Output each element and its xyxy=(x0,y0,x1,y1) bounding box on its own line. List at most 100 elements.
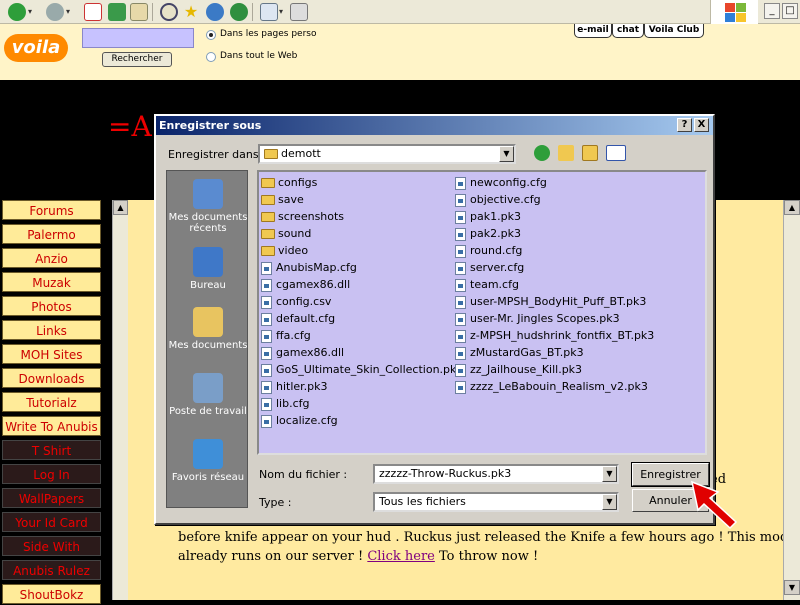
nav-item[interactable]: Write To Anubis xyxy=(2,416,101,436)
list-item[interactable]: save xyxy=(261,191,304,208)
list-item[interactable]: video xyxy=(261,242,308,259)
nav-item[interactable]: Photos xyxy=(2,296,101,316)
list-item[interactable]: localize.cfg xyxy=(261,412,338,429)
list-item[interactable]: zMustardGas_BT.pk3 xyxy=(455,344,584,361)
nav-scrollbar[interactable]: ▲ xyxy=(112,200,128,600)
go-back-icon[interactable] xyxy=(534,145,550,161)
back-icon[interactable] xyxy=(8,3,26,21)
list-item[interactable]: GoS_Ultimate_Skin_Collection.pk3 xyxy=(261,361,463,378)
nav-item[interactable]: ShoutBokz xyxy=(2,584,101,604)
search-icon[interactable] xyxy=(160,3,178,21)
list-item[interactable]: zzzz_LeBabouin_Realism_v2.pk3 xyxy=(455,378,648,395)
print-icon[interactable] xyxy=(290,3,308,21)
tab-chat[interactable]: chat xyxy=(612,24,644,38)
stop-icon[interactable] xyxy=(84,3,102,21)
save-as-dialog: Enregistrer sous ? X Enregistrer dans : … xyxy=(154,114,715,525)
list-item[interactable]: configs xyxy=(261,174,317,191)
help-button[interactable]: ? xyxy=(677,118,692,132)
view-menu-icon[interactable] xyxy=(606,145,626,161)
home-icon[interactable] xyxy=(130,3,148,21)
list-item[interactable]: zz_Jailhouse_Kill.pk3 xyxy=(455,361,582,378)
chevron-down-icon[interactable]: ▼ xyxy=(499,146,514,162)
nav-item[interactable]: Tutorialz xyxy=(2,392,101,412)
list-item[interactable]: lib.cfg xyxy=(261,395,310,412)
list-item[interactable]: config.csv xyxy=(261,293,331,310)
file-type-value: Tous les fichiers xyxy=(379,495,466,508)
list-item[interactable]: z-MPSH_hudshrink_fontfix_BT.pk3 xyxy=(455,327,654,344)
list-item[interactable]: gamex86.dll xyxy=(261,344,344,361)
list-item[interactable]: pak1.pk3 xyxy=(455,208,521,225)
nav-item[interactable]: Muzak xyxy=(2,272,101,292)
voila-logo[interactable]: voila xyxy=(4,34,68,62)
my-computer-icon xyxy=(193,373,223,403)
nav-item[interactable]: Your Id Card xyxy=(2,512,101,532)
tab-voila-club[interactable]: Voila Club xyxy=(644,24,704,38)
list-item[interactable]: AnubisMap.cfg xyxy=(261,259,357,276)
file-list[interactable]: configs save screenshots sound video AnubisMa… xyxy=(257,170,707,455)
mail-dropdown-icon[interactable]: ▾ xyxy=(279,3,287,21)
chevron-down-icon[interactable]: ▼ xyxy=(602,494,617,510)
file-icon xyxy=(261,295,272,309)
radio-personal-pages[interactable] xyxy=(206,30,216,40)
nav-item[interactable]: Log In xyxy=(2,464,101,484)
file-icon xyxy=(455,244,466,258)
list-item[interactable]: team.cfg xyxy=(455,276,519,293)
save-in-combo[interactable]: demott ▼ xyxy=(258,144,516,164)
back-dropdown-icon[interactable]: ▾ xyxy=(28,3,36,21)
list-item[interactable]: user-MPSH_BodyHit_Puff_BT.pk3 xyxy=(455,293,646,310)
history-icon[interactable] xyxy=(230,3,248,21)
list-item[interactable]: hitler.pk3 xyxy=(261,378,328,395)
file-name: zzzz_LeBabouin_Realism_v2.pk3 xyxy=(470,380,648,393)
list-item[interactable]: ffa.cfg xyxy=(261,327,311,344)
refresh-icon[interactable] xyxy=(108,3,126,21)
place-item[interactable]: Poste de travail xyxy=(167,373,249,417)
nav-item[interactable]: Anzio xyxy=(2,248,101,268)
list-item[interactable]: default.cfg xyxy=(261,310,335,327)
place-item[interactable]: Bureau xyxy=(167,247,249,291)
list-item[interactable]: cgamex86.dll xyxy=(261,276,350,293)
minimize-button[interactable]: _ xyxy=(764,3,780,19)
nav-item[interactable]: WallPapers xyxy=(2,488,101,508)
favorites-icon[interactable]: ★ xyxy=(182,3,200,21)
restore-button[interactable]: □ xyxy=(782,3,798,19)
list-item[interactable]: objective.cfg xyxy=(455,191,541,208)
click-here-link[interactable]: Click here xyxy=(367,549,435,564)
nav-item[interactable]: Palermo xyxy=(2,224,101,244)
list-item[interactable]: user-Mr. Jingles Scopes.pk3 xyxy=(455,310,620,327)
nav-item[interactable]: Forums xyxy=(2,200,101,220)
voila-search-input[interactable] xyxy=(82,28,194,48)
media-icon[interactable] xyxy=(206,3,224,21)
list-item[interactable]: newconfig.cfg xyxy=(455,174,547,191)
page-scrollbar[interactable]: ▲ ▼ xyxy=(783,200,800,600)
nav-item[interactable]: T Shirt xyxy=(2,440,101,460)
nav-item[interactable]: Side With Anubis xyxy=(2,536,101,574)
list-item[interactable]: pak2.pk3 xyxy=(455,225,521,242)
forward-icon[interactable] xyxy=(46,3,64,21)
list-item[interactable]: screenshots xyxy=(261,208,344,225)
file-icon xyxy=(455,176,466,190)
list-item[interactable]: sound xyxy=(261,225,311,242)
nav-item[interactable]: Downloads xyxy=(2,368,101,388)
nav-item[interactable]: Anubis Rulez xyxy=(2,560,101,580)
close-button[interactable]: X xyxy=(694,118,709,132)
mail-icon[interactable] xyxy=(260,3,278,21)
up-folder-icon[interactable] xyxy=(558,145,574,161)
place-item[interactable]: Favoris réseau xyxy=(167,439,249,483)
radio-whole-web[interactable] xyxy=(206,52,216,62)
file-name: zz_Jailhouse_Kill.pk3 xyxy=(470,363,583,376)
file-type-select[interactable]: Tous les fichiers ▼ xyxy=(373,492,619,512)
nav-item[interactable]: Links xyxy=(2,320,101,340)
list-item[interactable]: round.cfg xyxy=(455,242,522,259)
forward-dropdown-icon[interactable]: ▾ xyxy=(66,3,74,21)
tab-email[interactable]: e-mail xyxy=(574,24,612,38)
voila-search-button[interactable]: Rechercher xyxy=(102,52,172,67)
file-icon xyxy=(261,346,272,360)
new-folder-icon[interactable] xyxy=(582,145,598,161)
list-item[interactable]: server.cfg xyxy=(455,259,524,276)
radio-personal-label: Dans les pages perso xyxy=(220,29,317,39)
place-item[interactable]: Mes documents récents xyxy=(167,179,249,234)
filename-input[interactable]: zzzzz-Throw-Ruckus.pk3 ▼ xyxy=(373,464,619,484)
place-item[interactable]: Mes documents xyxy=(167,307,249,351)
nav-item[interactable]: MOH Sites xyxy=(2,344,101,364)
chevron-down-icon[interactable]: ▼ xyxy=(602,466,617,482)
